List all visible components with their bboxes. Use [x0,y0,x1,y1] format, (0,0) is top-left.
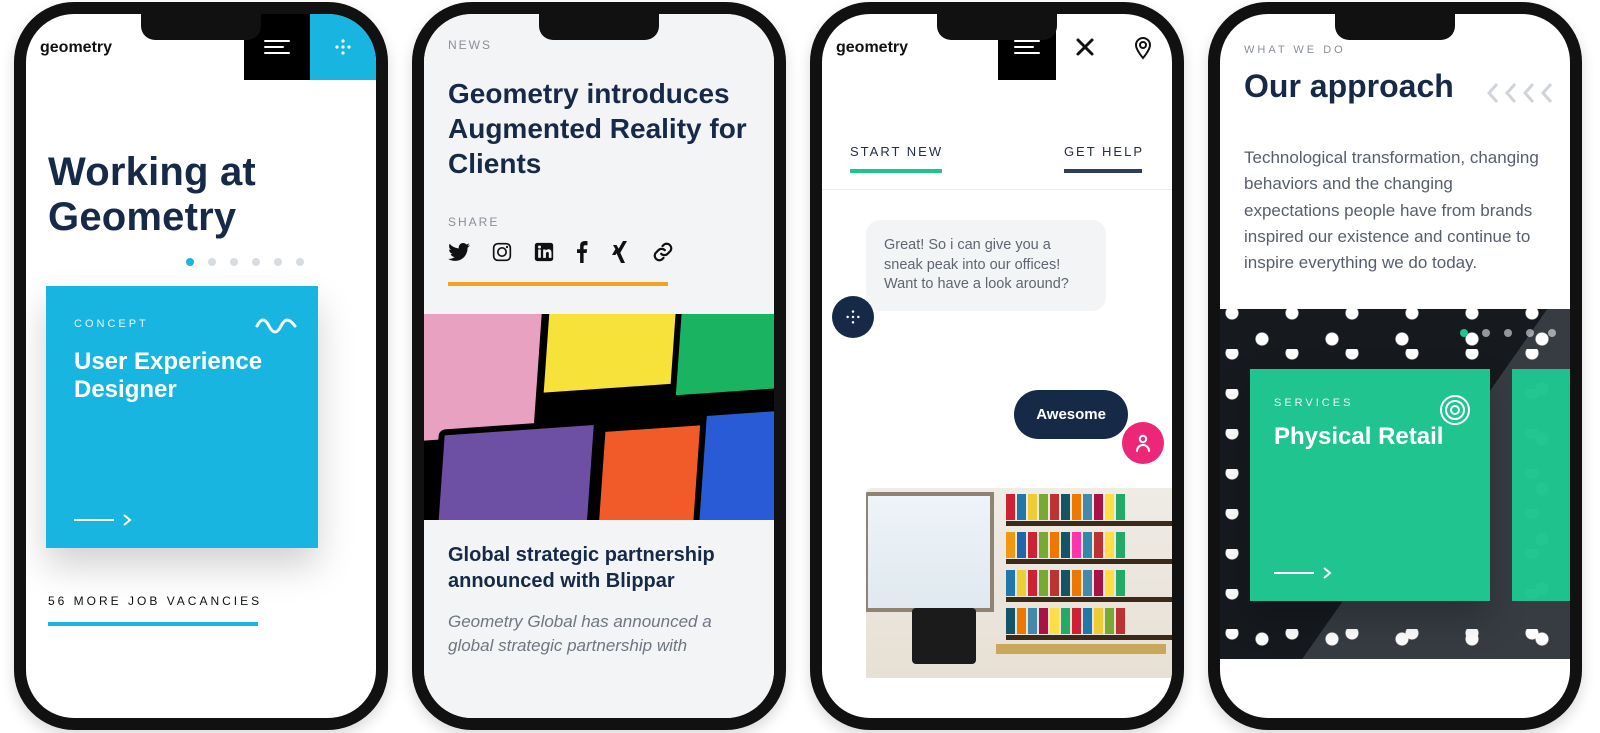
bot-avatar-icon [832,296,874,338]
tab-label: GET HELP [1064,144,1144,159]
hamburger-menu-button[interactable] [998,14,1056,80]
section-kicker: WHAT WE DO [1244,44,1546,56]
job-card[interactable]: CONCEPT User Experience Designer [46,286,318,548]
section-paragraph: Technological transformation, changing b… [1244,145,1546,277]
user-avatar-icon [1122,422,1164,464]
linkedin-icon[interactable] [534,242,554,267]
bot-message: Great! So i can give you a sneak peak in… [866,220,1106,311]
wave-icon [256,316,296,335]
share-label: SHARE [448,215,750,229]
chat-tabs: START NEW GET HELP [822,80,1172,181]
tab-get-help[interactable]: GET HELP [1064,144,1144,181]
carousel-pager[interactable] [1460,329,1556,337]
pager-dot[interactable] [252,258,260,266]
article-title: Global strategic partnership announced w… [448,542,750,594]
facebook-icon[interactable] [576,241,588,268]
target-icon [1438,393,1472,432]
arrow-icon [1274,567,1468,579]
header: geometry [822,14,1172,80]
carousel-pager[interactable] [26,250,376,276]
user-message-text: Awesome [1036,406,1106,423]
pager-dot[interactable] [1482,329,1490,337]
share-row [448,241,750,268]
location-pin-icon[interactable] [1114,14,1172,80]
hamburger-menu-button[interactable] [244,14,310,80]
brand-logo[interactable]: geometry [26,14,150,80]
header: geometry [26,14,376,80]
article-excerpt: Geometry Global has announced a global s… [448,610,750,658]
service-card[interactable]: SERVICES Physical Retail [1250,369,1490,601]
pager-dot[interactable] [274,258,282,266]
article-headline: Geometry introduces Augmented Reality fo… [448,76,750,181]
article-image [424,314,774,520]
page-title: Working at Geometry [26,80,376,250]
pager-dot[interactable] [1504,329,1512,337]
pager-dot[interactable] [1526,329,1534,337]
discover-button[interactable] [310,14,376,80]
pager-dot[interactable] [230,258,238,266]
twitter-icon[interactable] [448,243,470,266]
tab-start-new[interactable]: START NEW [850,144,943,181]
brand-logo[interactable]: geometry [822,14,946,80]
pager-dot[interactable] [1548,329,1556,337]
svg-text:geometry: geometry [40,39,112,56]
more-vacancies-label: 56 MORE JOB VACANCIES [48,594,262,608]
pager-dot[interactable] [1460,329,1468,337]
pager-dot[interactable] [186,258,194,266]
user-message[interactable]: Awesome [1014,390,1128,439]
services-carousel[interactable]: SERVICES Physical Retail [1220,309,1570,659]
next-card-peek[interactable] [1512,369,1570,601]
section-kicker: NEWS [448,38,750,52]
close-icon[interactable] [1056,14,1114,80]
instagram-icon[interactable] [492,242,512,267]
card-title: User Experience Designer [74,348,292,406]
scroll-chevrons-icon [1486,82,1554,104]
svg-text:geometry: geometry [836,39,908,56]
share-underline [448,282,668,286]
pager-dot[interactable] [296,258,304,266]
more-vacancies-link[interactable]: 56 MORE JOB VACANCIES [48,594,376,626]
link-icon[interactable] [652,241,674,268]
xing-icon[interactable] [610,241,630,268]
chat-area: Great! So i can give you a sneak peak in… [822,190,1172,540]
tab-label: START NEW [850,144,943,159]
pager-dot[interactable] [208,258,216,266]
arrow-icon [74,514,292,526]
office-photo[interactable] [866,488,1172,678]
